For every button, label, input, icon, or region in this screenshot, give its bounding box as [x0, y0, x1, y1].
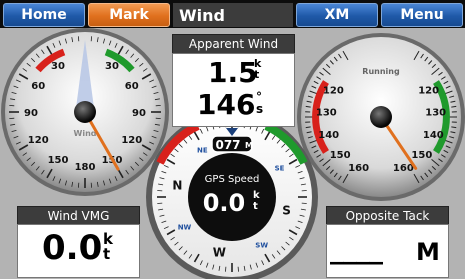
- running-tick: [305, 105, 311, 108]
- running-tick: [451, 126, 457, 129]
- gps-speed-value: 0.0: [203, 189, 246, 217]
- wind-scale-label: 180: [75, 162, 96, 173]
- running-tick: [305, 126, 311, 129]
- opposite-tack-label: Opposite Tack: [326, 206, 449, 225]
- heading-value: 077: [215, 138, 240, 152]
- apparent-wind-label: Apparent Wind: [172, 34, 295, 54]
- gps-speed-unit-k: k: [253, 190, 260, 201]
- wind-gauge-label: Wind: [74, 129, 97, 138]
- heading-unit: M: [245, 141, 253, 150]
- running-scale-label: 150: [330, 150, 351, 161]
- wind-scale-label: 90: [24, 108, 38, 119]
- running-scale-label: 160: [393, 163, 414, 174]
- apparent-wind-angle-unit: °s: [256, 90, 264, 116]
- wind-vmg-label: Wind VMG: [17, 206, 140, 225]
- compass-cardinal-s: S: [282, 204, 291, 218]
- running-scale-label: 140: [423, 130, 444, 141]
- running-scale-label: 120: [418, 86, 439, 97]
- compass-cardinal-ne: NE: [197, 147, 208, 155]
- running-gauge: 120 130 140 150 160 120 130 140 150 160 Running: [297, 33, 465, 201]
- compass-cardinal-n: N: [172, 178, 182, 192]
- running-scale-label: 160: [348, 163, 369, 174]
- wind-gauge-hub: [74, 101, 96, 123]
- wind-scale-label: 30: [51, 61, 65, 72]
- wind-gauge: 306090120150180306090120150 Wind: [1, 28, 169, 196]
- apparent-wind-speed: 1.5: [208, 56, 258, 89]
- running-scale-label: 140: [318, 130, 339, 141]
- running-scale-label: 130: [316, 107, 337, 118]
- wind-scale-label: 120: [28, 135, 49, 146]
- compass-cardinal-sw: SW: [255, 241, 268, 249]
- wind-scale-label: 90: [132, 108, 146, 119]
- apparent-wind-angle: 146: [197, 88, 256, 121]
- wind-scale-label: 150: [48, 155, 69, 166]
- wind-vmg-unit: kt: [103, 230, 113, 263]
- compass-cardinal-nw: NW: [178, 224, 192, 232]
- running-scale-label: 120: [323, 86, 344, 97]
- gps-speed-label: GPS Speed: [205, 174, 260, 185]
- opposite-tack-unit: M: [416, 238, 440, 266]
- running-gauge-label: Running: [362, 67, 400, 76]
- wind-scale-label: 30: [105, 61, 119, 72]
- running-scale-label: 130: [425, 107, 446, 118]
- opposite-tack-value: ____: [330, 232, 383, 265]
- running-tick: [451, 105, 457, 108]
- running-scale-label: 150: [411, 150, 432, 161]
- wind-vmg-value: 0.0: [42, 228, 103, 268]
- compass-gauge: NNEESESSWWNW GPS Speed 0.0 k t 077 M: [146, 111, 318, 279]
- compass-cardinal-se: SE: [275, 164, 285, 172]
- gps-speed-unit-t: t: [253, 201, 258, 212]
- wind-scale-label: 60: [31, 81, 45, 92]
- compass-cardinal-w: W: [213, 246, 226, 260]
- wind-scale-label: 120: [121, 135, 142, 146]
- wind-scale-label: 60: [125, 81, 139, 92]
- running-gauge-hub: [370, 106, 392, 128]
- apparent-wind-speed-unit: kt: [254, 57, 262, 81]
